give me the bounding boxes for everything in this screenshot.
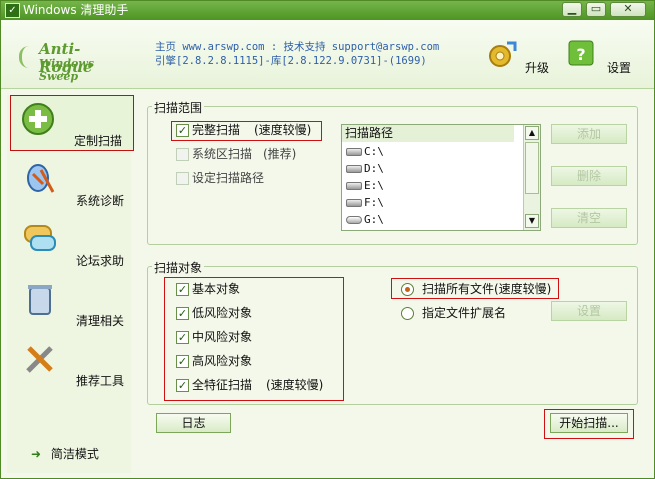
list-item[interactable]: D:\ [346, 162, 384, 178]
chat-bubble-icon [24, 225, 56, 251]
custom-path-label: 设定扫描路径 [192, 171, 265, 185]
settings-label: 设置 [607, 61, 632, 75]
high-risk-label: 高风险对象 [192, 354, 253, 368]
list-item[interactable]: C:\ [346, 145, 384, 161]
scan-objects-title: 扫描对象 [152, 259, 205, 276]
full-feature-label: 全特征扫描 [192, 378, 253, 392]
medium-risk-label: 中风险对象 [192, 330, 253, 344]
maximize-button[interactable]: ▭ [586, 2, 606, 17]
sidebar-item-forum[interactable]: 论坛求助 [13, 216, 131, 272]
upgrade-label: 升级 [525, 61, 550, 75]
add-path-button[interactable]: 添加 [551, 124, 627, 144]
scroll-down-icon[interactable]: ▼ [525, 214, 539, 228]
ext-settings-button[interactable]: 设置 [551, 301, 627, 321]
scan-range-title: 扫描范围 [152, 99, 205, 116]
info-line2: 引擎[2.8.2.8.1115]-库[2.8.122.9.0731]-(1699… [155, 55, 427, 67]
tools-icon [26, 346, 53, 373]
gear-icon [489, 41, 517, 67]
custom-path-checkbox[interactable] [176, 172, 189, 185]
scroll-up-icon[interactable]: ▲ [525, 126, 539, 140]
title-bar[interactable]: ✓ Windows 清理助手 ▁ ▭ ✕ [1, 1, 654, 20]
drive-icon [346, 182, 362, 190]
list-item[interactable]: F:\ [346, 196, 384, 212]
header-banner: Anti-Rogue Windows Sweep 主页 www.arswp.co… [1, 20, 654, 89]
full-scan-note: (速度较慢) [254, 123, 312, 137]
svg-text:?: ? [576, 45, 585, 64]
settings-button[interactable]: ? 设置 [567, 39, 647, 89]
recycle-bin-icon [28, 285, 52, 315]
help-icon: ? [568, 40, 594, 66]
info-line1: 主页 www.arswp.com : 技术支持 support@arswp.co… [155, 41, 440, 53]
sidebar-item-custom-scan[interactable]: 定制扫描 [10, 95, 134, 151]
brand-swoosh-icon [19, 46, 37, 68]
arrow-right-icon: ➜ [31, 447, 42, 461]
scan-all-label: 扫描所有文件(速度较慢) [422, 282, 552, 296]
high-risk-checkbox[interactable]: ✓ [176, 355, 189, 368]
main-window: ✓ Windows 清理助手 ▁ ▭ ✕ Anti-Rogue Windows … [0, 0, 655, 479]
sidebar-item-label: 清理相关 [76, 314, 125, 328]
system-scan-label: 系统区扫描 [192, 147, 253, 161]
scan-ext-radio[interactable] [401, 307, 414, 320]
low-risk-label: 低风险对象 [192, 306, 253, 320]
sidebar-item-label: 论坛求助 [76, 254, 125, 268]
sidebar-item-label: 系统诊断 [76, 194, 125, 208]
log-button[interactable]: 日志 [156, 413, 231, 433]
basic-objects-checkbox[interactable]: ✓ [176, 283, 189, 296]
sidebar-item-label: 推荐工具 [76, 374, 125, 388]
drive-icon [346, 148, 362, 156]
app-logo-icon: ✓ [5, 3, 20, 18]
medium-risk-checkbox[interactable]: ✓ [176, 331, 189, 344]
scan-all-radio[interactable] [401, 283, 414, 296]
diagnosis-icon [27, 164, 55, 193]
sidebar-item-diagnosis[interactable]: 系统诊断 [13, 156, 131, 212]
simple-mode-label: 简洁模式 [50, 447, 99, 461]
full-feature-checkbox[interactable]: ✓ [176, 379, 189, 392]
sidebar-item-tools[interactable]: 推荐工具 [13, 336, 131, 392]
plus-circle-icon [22, 103, 54, 135]
minimize-button[interactable]: ▁ [562, 2, 582, 17]
upgrade-button[interactable]: 升级 [485, 39, 565, 89]
list-item[interactable]: E:\ [346, 179, 384, 195]
list-item[interactable]: G:\ [346, 213, 384, 229]
clear-paths-button[interactable]: 清空 [551, 208, 627, 228]
full-feature-note: (速度较慢) [266, 378, 324, 392]
scan-ext-label: 指定文件扩展名 [422, 306, 507, 320]
drive-icon [346, 165, 362, 173]
scroll-thumb[interactable] [525, 142, 539, 194]
start-scan-button[interactable]: 开始扫描... [550, 413, 628, 433]
window-title: Windows 清理助手 [23, 3, 129, 17]
low-risk-checkbox[interactable]: ✓ [176, 307, 189, 320]
info-panel: 主页 www.arswp.com : 技术支持 support@arswp.co… [155, 40, 439, 68]
sidebar-item-label: 定制扫描 [74, 134, 123, 148]
brand-logo: Anti-Rogue Windows Sweep [19, 40, 131, 83]
path-list-scrollbar[interactable]: ▲ ▼ [523, 125, 540, 230]
sidebar: 定制扫描 系统诊断 论坛求助 清理相关 推荐工具 ➜ 简洁模式 [7, 95, 134, 473]
sidebar-item-cleanup[interactable]: 清理相关 [13, 276, 131, 332]
full-scan-checkbox[interactable]: ✓ [176, 124, 189, 137]
drive-icon [346, 199, 362, 207]
basic-objects-label: 基本对象 [192, 282, 241, 296]
simple-mode-link[interactable]: ➜ 简洁模式 [31, 445, 99, 462]
delete-path-button[interactable]: 删除 [551, 166, 627, 186]
close-button[interactable]: ✕ [610, 2, 646, 17]
system-scan-note: (推荐) [263, 147, 297, 161]
path-list-header: 扫描路径 [342, 125, 514, 142]
full-scan-label: 完整扫描 [192, 123, 241, 137]
system-scan-checkbox[interactable] [176, 148, 189, 161]
scan-path-list[interactable]: 扫描路径 C:\ D:\ E:\ F:\ G:\ ▲ ▼ [341, 124, 541, 231]
cd-drive-icon [346, 216, 362, 224]
brand-line2: Windows Sweep [39, 57, 95, 83]
